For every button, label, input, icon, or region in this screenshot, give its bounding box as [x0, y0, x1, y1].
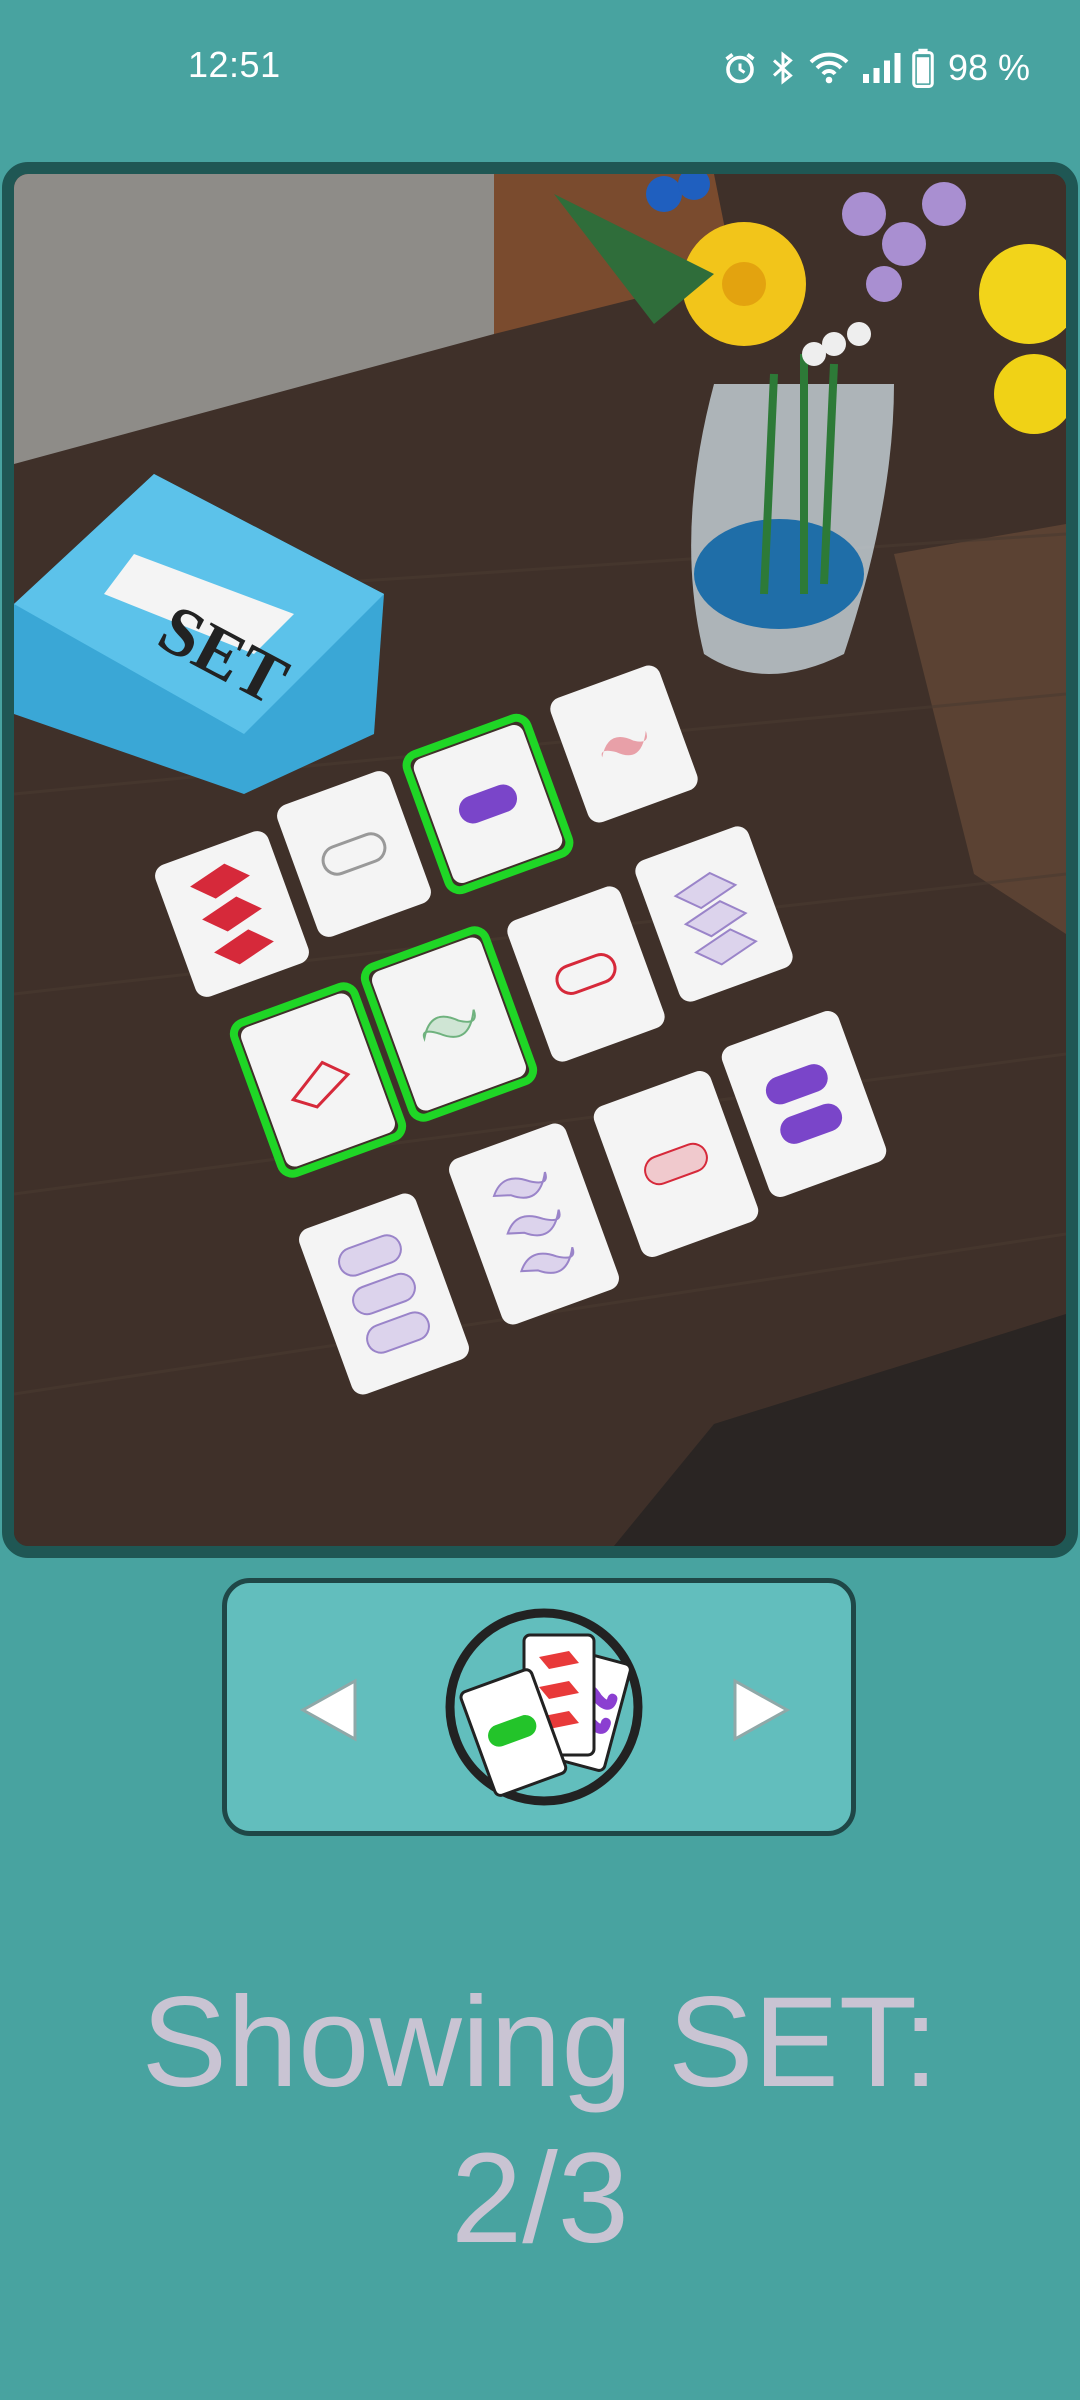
caption-line2: 2/3: [451, 2127, 629, 2270]
camera-photo: SET: [2, 162, 1078, 1558]
set-caption: Showing SET: 2/3: [0, 1965, 1080, 2277]
wifi-icon: [809, 52, 849, 84]
triangle-left-icon[interactable]: [297, 1675, 367, 1745]
set-cards-logo-icon[interactable]: [444, 1607, 644, 1807]
status-time: 12:51: [188, 44, 281, 85]
set-navigation-panel: [222, 1578, 856, 1836]
alarm-icon: [725, 53, 755, 84]
status-bar: 12:51 98 %: [0, 0, 1080, 140]
battery-percent: 98 %: [947, 47, 1030, 88]
battery-icon: [912, 48, 934, 88]
table-scene: SET: [14, 174, 1066, 1546]
status-icons: 98 %: [722, 44, 1030, 92]
bluetooth-icon: [772, 51, 793, 85]
caption-line1: Showing SET:: [141, 1971, 939, 2114]
signal-icon: [862, 53, 901, 83]
triangle-right-icon[interactable]: [723, 1675, 793, 1745]
